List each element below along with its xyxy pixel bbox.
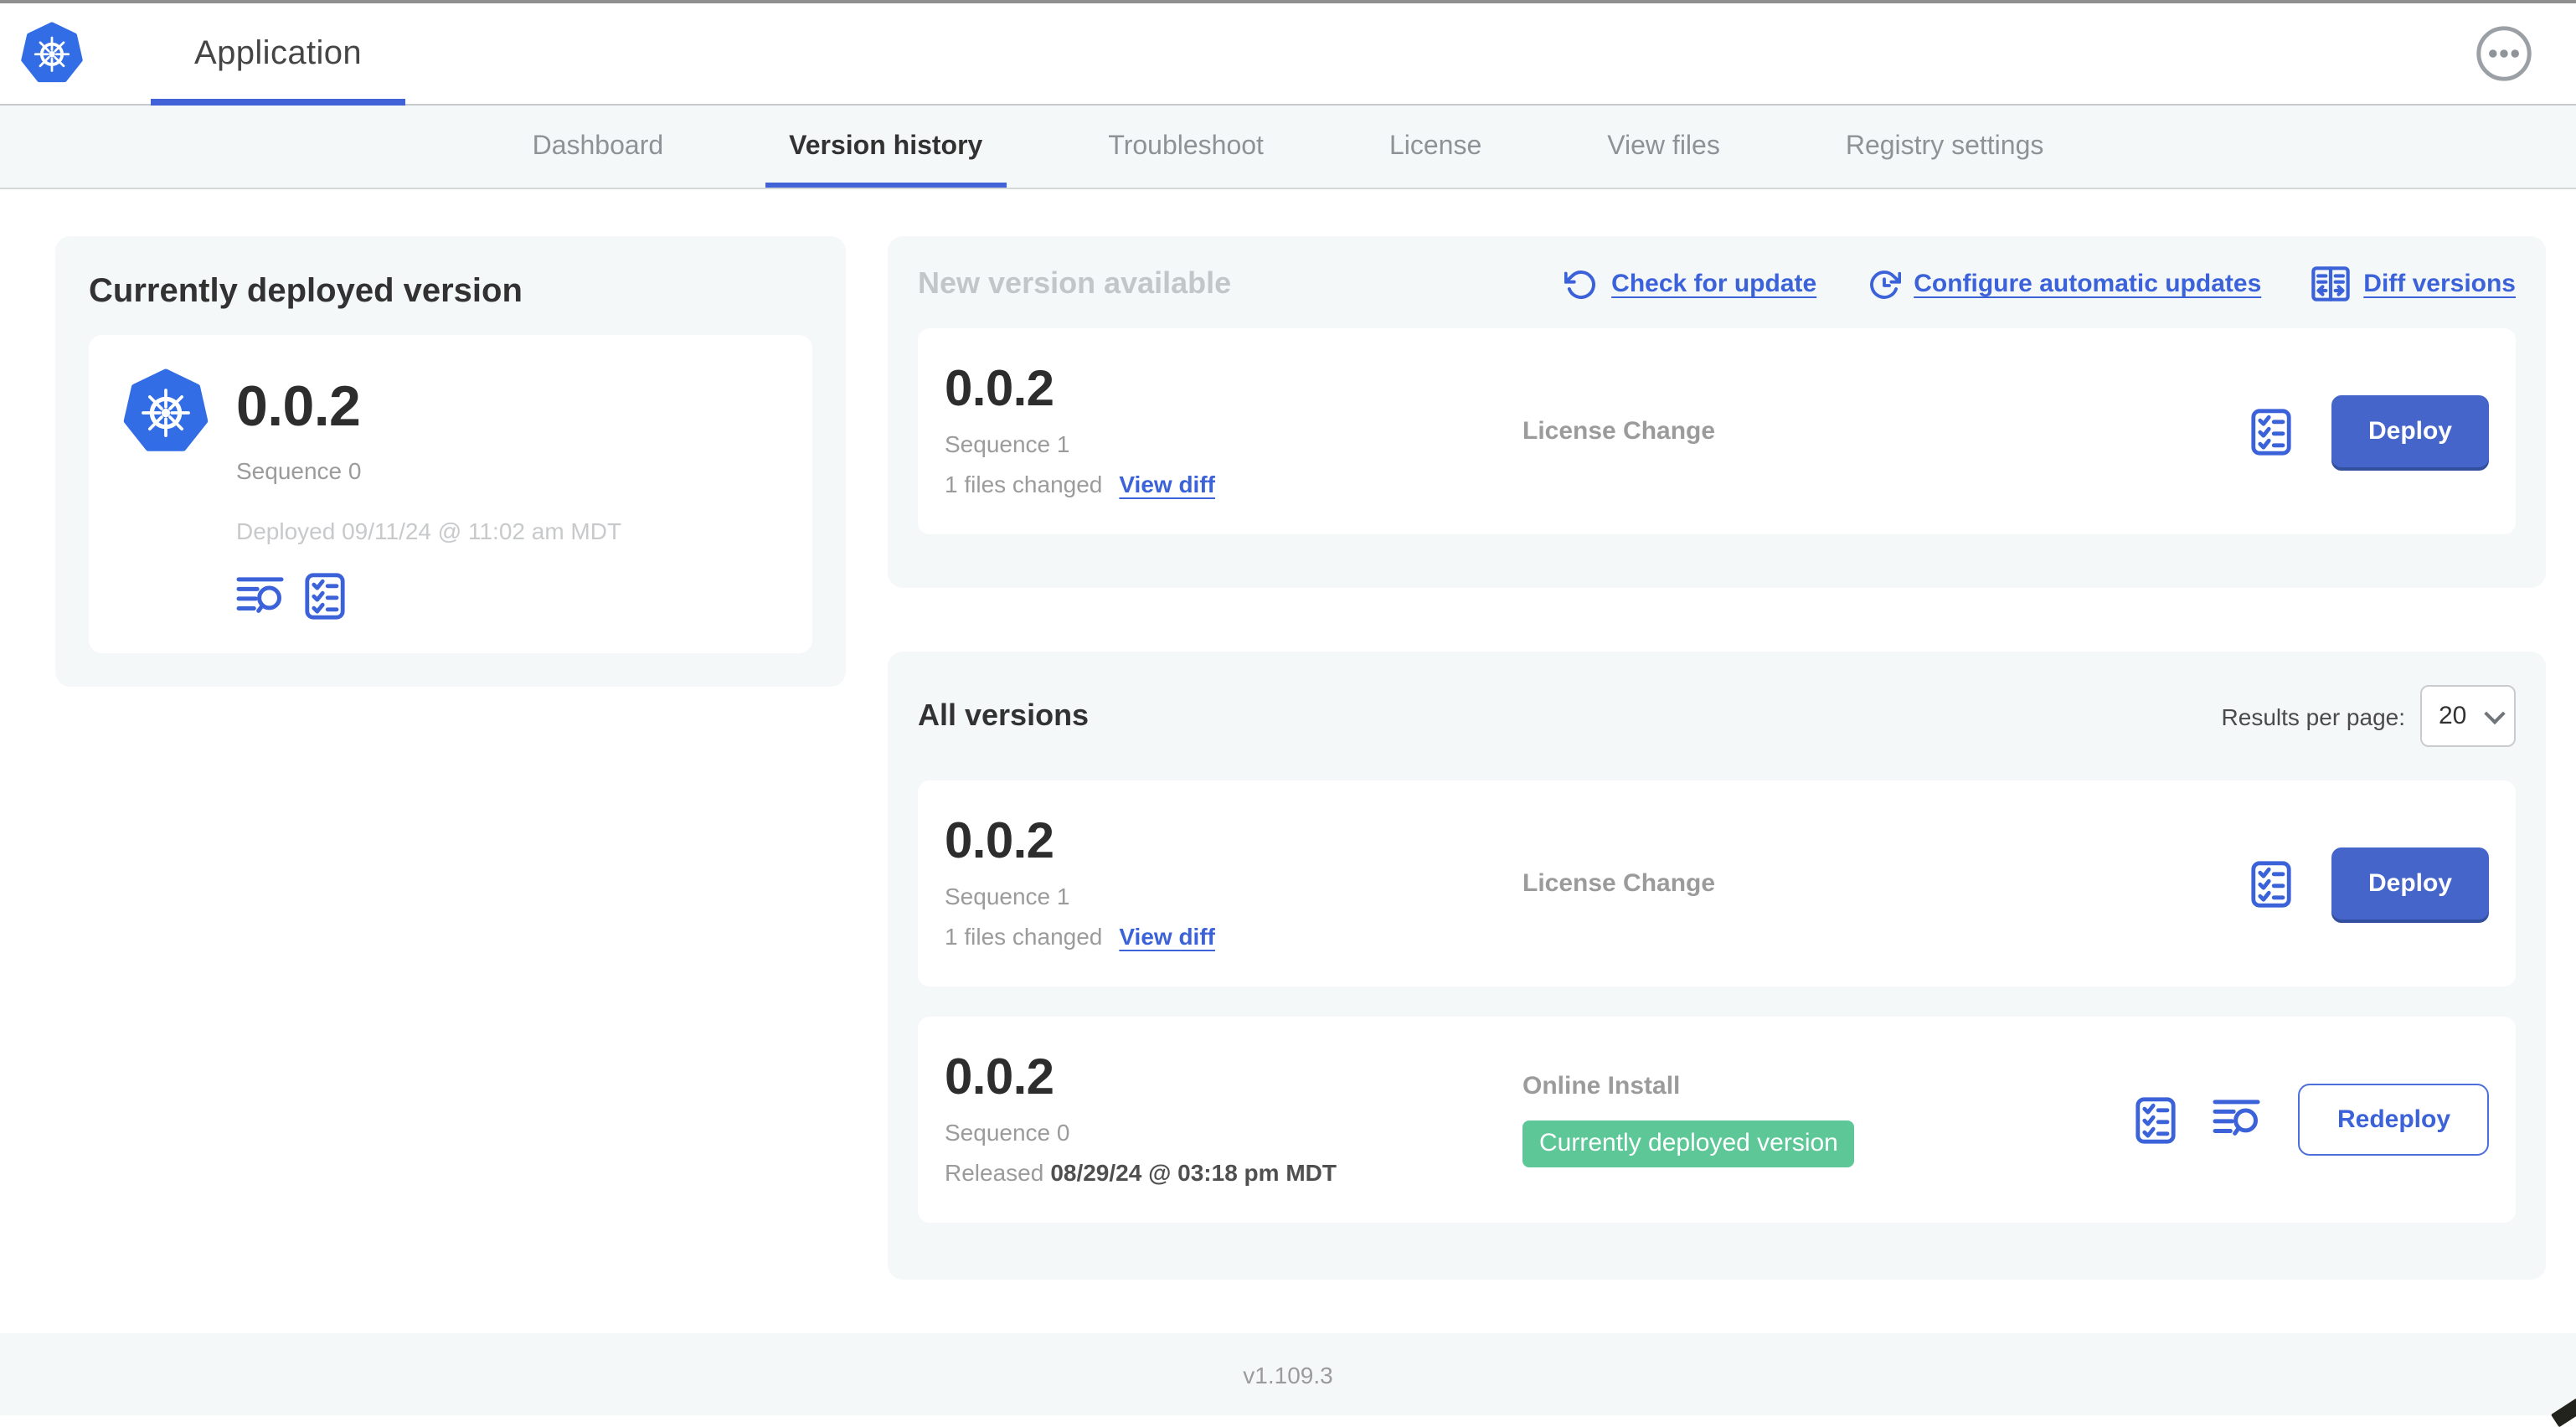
right-column: New version available Check for update C… <box>888 236 2546 1280</box>
new-version-card: 0.0.2 Sequence 1 1 files changed View di… <box>918 328 2516 534</box>
diff-versions-link[interactable]: Diff versions <box>2311 266 2516 301</box>
tab-registry-settings[interactable]: Registry settings <box>1822 106 2068 188</box>
view-preflight-checks-button[interactable] <box>305 573 345 620</box>
tab-troubleshoot[interactable]: Troubleshoot <box>1084 106 1287 188</box>
release-checklist-icon <box>305 573 345 620</box>
app-header: Application <box>0 3 2576 106</box>
results-per-page-wrapper: 20 <box>2420 685 2516 747</box>
more-options-button[interactable] <box>2476 25 2532 82</box>
app-logo <box>20 22 84 85</box>
version-sequence: Sequence 0 <box>945 1119 1070 1146</box>
version-source: Online Install <box>1522 1072 1681 1100</box>
version-number: 0.0.2 <box>945 814 1054 869</box>
all-versions-panel: All versions Results per page: 20 0.0.2 … <box>888 652 2546 1280</box>
new-version-heading: New version available <box>918 266 1232 300</box>
version-source: License Change <box>1522 416 1716 445</box>
release-checklist-icon <box>2251 408 2291 455</box>
version-source: License Change <box>1522 868 1716 897</box>
auto-update-clock-icon <box>1869 270 1901 298</box>
release-checklist-icon <box>2251 860 2291 907</box>
view-logs-icon <box>2213 1100 2261 1136</box>
deploy-button[interactable]: Deploy <box>2331 847 2489 920</box>
tab-license[interactable]: License <box>1366 106 1505 188</box>
currently-deployed-badge: Currently deployed version <box>1522 1120 1855 1167</box>
version-sequence: Sequence 1 <box>945 430 1070 457</box>
view-logs-icon <box>236 576 284 612</box>
deployed-version-number: 0.0.2 <box>236 375 361 439</box>
version-row: 0.0.2 Sequence 1 1 files changed View di… <box>918 780 2516 987</box>
preflight-checks-button[interactable] <box>2136 1096 2177 1143</box>
deployed-app-logo <box>122 368 209 456</box>
console-version: v1.109.3 <box>1243 1361 1333 1388</box>
currently-deployed-title: Currently deployed version <box>89 273 523 310</box>
app-title-tab[interactable]: Application <box>151 3 406 106</box>
currently-deployed-panel: Currently deployed version 0.0.2 Sequenc… <box>55 236 846 687</box>
active-app-indicator <box>151 99 406 106</box>
deploy-button[interactable]: Deploy <box>2331 395 2489 467</box>
view-diff-link[interactable]: View diff <box>1119 923 1215 950</box>
version-number: 0.0.2 <box>945 1050 1054 1105</box>
kots-admin-console: Application Dashboard Version history Tr… <box>0 0 2576 1427</box>
footer: v1.109.3 <box>0 1333 2576 1415</box>
files-changed: 1 files changed <box>945 923 1103 950</box>
version-rows: 0.0.2 Sequence 1 1 files changed View di… <box>918 780 2516 1223</box>
ellipsis-icon <box>2476 26 2532 81</box>
files-changed: 1 files changed <box>945 471 1103 497</box>
configure-automatic-updates-link[interactable]: Configure automatic updates <box>1867 267 2261 301</box>
tab-dashboard[interactable]: Dashboard <box>509 106 688 188</box>
results-per-page-label: Results per page: <box>2221 703 2405 729</box>
released-line: Released 08/29/24 @ 03:18 pm MDT <box>945 1159 1337 1186</box>
kubernetes-logo-icon <box>21 22 83 83</box>
rotate-ccw-icon <box>1564 270 1596 298</box>
new-version-panel: New version available Check for update C… <box>888 236 2546 588</box>
preflight-checks-button[interactable] <box>2251 408 2291 455</box>
kubernetes-logo-icon <box>123 368 209 451</box>
version-row: 0.0.2 Sequence 0 Released 08/29/24 @ 03:1… <box>918 1017 2516 1223</box>
deployed-version-card: 0.0.2 Sequence 0 Deployed 09/11/24 @ 11:… <box>89 335 812 653</box>
diff-columns-icon <box>2311 266 2350 301</box>
app-title: Application <box>194 34 363 71</box>
version-nav-bar: Dashboard Version history Troubleshoot L… <box>0 106 2576 189</box>
redeploy-button[interactable]: Redeploy <box>2298 1084 2489 1156</box>
deployed-sequence: Sequence 0 <box>236 457 362 484</box>
version-number: 0.0.2 <box>945 362 1054 417</box>
view-deploy-logs-button[interactable] <box>2213 1099 2262 1141</box>
view-diff-link[interactable]: View diff <box>1119 471 1215 497</box>
update-links: Check for update Configure automatic upd… <box>1564 266 2516 301</box>
tab-version-history[interactable]: Version history <box>765 106 1006 188</box>
all-versions-heading: All versions <box>918 698 1090 732</box>
preflight-checks-button[interactable] <box>2251 860 2291 907</box>
deployed-timestamp: Deployed 09/11/24 @ 11:02 am MDT <box>236 518 622 544</box>
main-content: Currently deployed version 0.0.2 Sequenc… <box>0 189 2576 1333</box>
released-date: 08/29/24 @ 03:18 pm MDT <box>1050 1159 1337 1186</box>
version-sequence: Sequence 1 <box>945 883 1070 909</box>
view-deploy-logs-button[interactable] <box>236 575 285 617</box>
tab-view-files[interactable]: View files <box>1584 106 1744 188</box>
results-per-page-select[interactable]: 20 <box>2420 685 2516 747</box>
check-for-update-link[interactable]: Check for update <box>1564 267 1816 301</box>
release-checklist-icon <box>2136 1096 2177 1143</box>
